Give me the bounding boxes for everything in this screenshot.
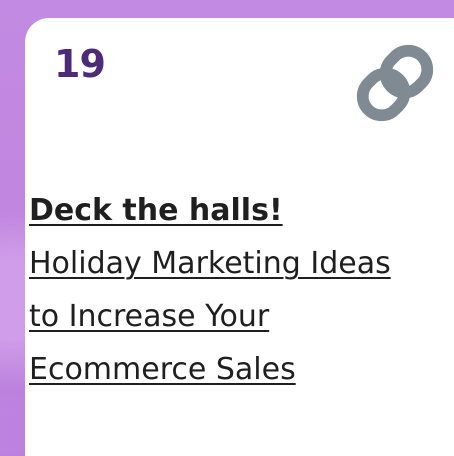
article-subtitle-line[interactable]: Ecommerce Sales <box>29 343 454 396</box>
article-link[interactable]: Deck the halls! Holiday Marketing Ideas … <box>29 184 454 396</box>
card-number: 19 <box>54 42 106 86</box>
article-subtitle-line[interactable]: Holiday Marketing Ideas <box>29 237 454 290</box>
article-card[interactable]: 19 Deck the halls! Holiday Marketing Ide… <box>25 18 454 456</box>
link-icon[interactable] <box>350 38 440 128</box>
article-subtitle-line[interactable]: to Increase Your <box>29 290 454 343</box>
article-title-link[interactable]: Deck the halls! <box>29 184 454 237</box>
